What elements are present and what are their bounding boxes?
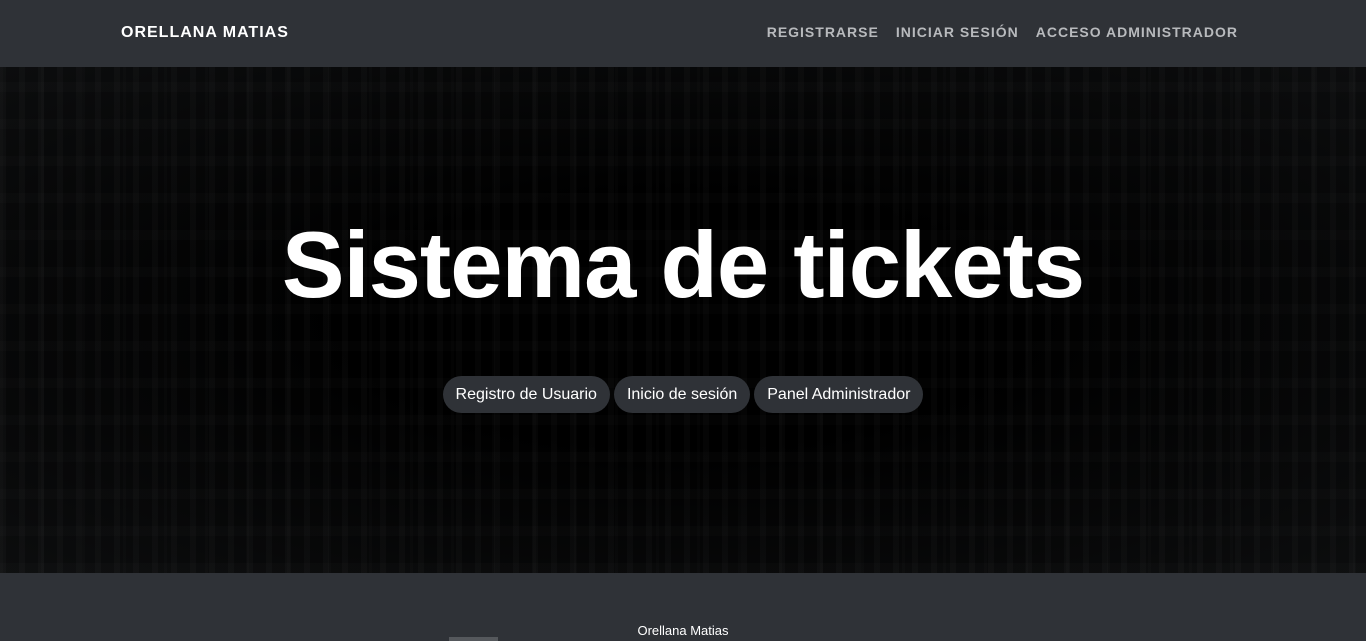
top-navbar: ORELLANA MATIAS REGISTRARSE INICIAR SESI… <box>0 0 1366 67</box>
nav-links: REGISTRARSE INICIAR SESIÓN ACCESO ADMINI… <box>767 24 1238 40</box>
footer-credit: Orellana Matias <box>637 623 729 638</box>
scroll-to-top-tab[interactable] <box>449 637 498 641</box>
nav-link-registrarse[interactable]: REGISTRARSE <box>767 24 879 40</box>
nav-link-acceso-administrador[interactable]: ACCESO ADMINISTRADOR <box>1036 24 1238 40</box>
brand-link[interactable]: ORELLANA MATIAS <box>121 24 289 42</box>
hero-buttons: Registro de Usuario Inicio de sesión Pan… <box>0 376 1366 413</box>
hero-title: Sistema de tickets <box>281 212 1085 317</box>
panel-administrador-button[interactable]: Panel Administrador <box>754 376 924 413</box>
registro-usuario-button[interactable]: Registro de Usuario <box>442 376 610 413</box>
nav-link-iniciar-sesion[interactable]: INICIAR SESIÓN <box>896 24 1019 40</box>
hero-section: Sistema de tickets Registro de Usuario I… <box>0 67 1366 573</box>
inicio-sesion-button[interactable]: Inicio de sesión <box>613 376 751 413</box>
footer: Orellana Matias <box>0 573 1366 641</box>
